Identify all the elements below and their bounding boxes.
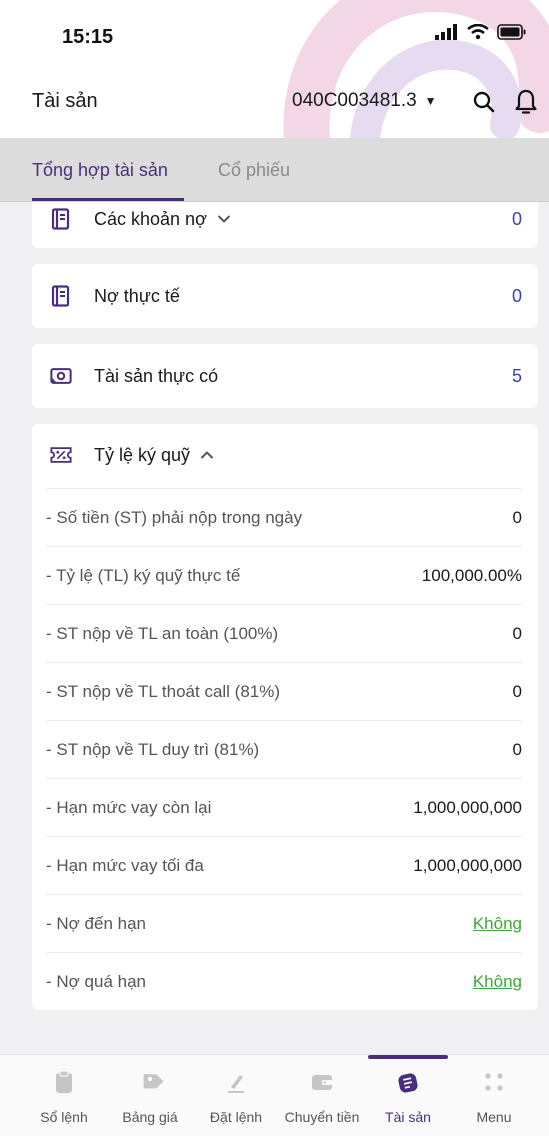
nav-label: Chuyển tiền: [284, 1109, 360, 1125]
detail-label: - Hạn mức vay tối đa: [46, 855, 204, 875]
card-margin-ratio: Tỷ lệ ký quỹ - Số tiền (ST) phải nộp tro…: [32, 424, 538, 1010]
bell-icon: [515, 89, 537, 114]
signal-icon: [435, 24, 457, 40]
wallet-transfer-icon: [312, 1075, 332, 1090]
tab-asset-summary[interactable]: Tổng hợp tài sản: [32, 160, 168, 181]
margin-detail-row: - Số tiền (ST) phải nộp trong ngày 0: [46, 488, 522, 546]
margin-detail-row: - Nợ quá hạn Không: [46, 952, 522, 1010]
card-debts[interactable]: Các khoản nợ 0: [32, 202, 538, 248]
actual-debt-label: Nợ thực tế: [94, 285, 180, 306]
caret-down-icon: ▼: [424, 94, 437, 108]
net-assets-label: Tài sản thực có: [94, 365, 219, 386]
nav-label: Menu: [476, 1109, 512, 1125]
page-title: Tài sản: [32, 90, 98, 112]
nav-price-board[interactable]: Bảng giá: [106, 1055, 194, 1136]
search-button[interactable]: [466, 84, 502, 120]
nav-transfer-money[interactable]: Chuyển tiền: [278, 1055, 366, 1136]
nav-label: Đặt lệnh: [209, 1109, 263, 1125]
nav-menu[interactable]: Menu: [450, 1055, 538, 1136]
notifications-button[interactable]: [508, 84, 544, 120]
cash-icon: [50, 365, 72, 387]
nav-place-order[interactable]: Đặt lệnh: [192, 1055, 280, 1136]
detail-label: - Nợ quá hạn: [46, 971, 146, 991]
chevron-down-icon[interactable]: [217, 211, 231, 227]
search-icon: [473, 91, 495, 113]
margin-detail-row: - ST nộp về TL an toàn (100%) 0: [46, 604, 522, 662]
ledger-icon: [50, 285, 72, 307]
ledger-icon: [50, 208, 72, 230]
bottom-nav: Sổ lệnh Bảng giá Đặt lệnh Chuyển tiền Tà…: [0, 1054, 549, 1136]
net-assets-row: Tài sản thực có 5: [50, 361, 522, 391]
detail-value: 0: [512, 681, 522, 701]
price-tag-icon: [143, 1074, 163, 1089]
debts-label: Các khoản nợ: [94, 208, 207, 229]
net-assets-value: 5: [511, 365, 522, 386]
nav-assets[interactable]: Tài sản: [364, 1055, 452, 1136]
margin-detail-row: - Hạn mức vay còn lại 1,000,000,000: [46, 778, 522, 836]
margin-detail-row: - Hạn mức vay tối đa 1,000,000,000: [46, 836, 522, 894]
detail-value: 100,000.00%: [421, 565, 522, 585]
order-pen-icon: [228, 1075, 244, 1093]
detail-label: - ST nộp về TL an toàn (100%): [46, 623, 279, 643]
margin-detail-row: - ST nộp về TL thoát call (81%) 0: [46, 662, 522, 720]
status-bar: 15:15: [0, 0, 549, 70]
margin-detail-row: - Tỷ lệ (TL) ký quỹ thực tế 100,000.00%: [46, 546, 522, 604]
detail-label: - Tỷ lệ (TL) ký quỹ thực tế: [46, 565, 241, 585]
detail-label: - ST nộp về TL duy trì (81%): [46, 739, 260, 759]
card-actual-debt: Nợ thực tế 0: [32, 264, 538, 328]
title-row: Tài sản 040C003481.3 ▼: [0, 80, 549, 124]
detail-value: 1,000,000,000: [413, 855, 522, 875]
app-header: 15:15 Tài sản 040C003481.3 ▼: [0, 0, 549, 138]
margin-detail-row: - Nợ đến hạn Không: [46, 894, 522, 952]
percent-ticket-icon: [50, 444, 72, 466]
nav-label: Sổ lệnh: [40, 1109, 88, 1125]
status-icons: [435, 24, 527, 40]
detail-label: - ST nộp về TL thoát call (81%): [46, 681, 281, 701]
card-net-assets: Tài sản thực có 5: [32, 344, 538, 408]
menu-dots-icon: [485, 1073, 503, 1091]
detail-value: 0: [512, 739, 522, 759]
detail-value: 1,000,000,000: [413, 797, 522, 817]
detail-value: 0: [512, 507, 522, 527]
detail-label: - Nợ đến hạn: [46, 913, 146, 933]
nav-label: Tài sản: [385, 1109, 431, 1125]
actual-debt-value: 0: [511, 285, 522, 306]
due-debt-link[interactable]: Không: [473, 914, 522, 934]
chevron-up-icon[interactable]: [200, 447, 214, 463]
debts-value: 0: [511, 208, 522, 229]
debts-row[interactable]: Các khoản nợ 0: [50, 204, 522, 234]
margin-detail-row: - ST nộp về TL duy trì (81%) 0: [46, 720, 522, 778]
active-tab-indicator: [32, 198, 184, 201]
detail-label: - Số tiền (ST) phải nộp trong ngày: [46, 507, 303, 527]
clipboard-icon: [56, 1070, 72, 1093]
tab-stocks[interactable]: Cổ phiếu: [218, 160, 290, 181]
account-number: 040C003481.3: [292, 90, 417, 111]
account-selector[interactable]: 040C003481.3 ▼: [292, 90, 437, 112]
margin-header-row[interactable]: Tỷ lệ ký quỹ: [50, 440, 522, 470]
assets-icon: [398, 1073, 418, 1093]
overdue-debt-link[interactable]: Không: [473, 972, 522, 992]
asset-content[interactable]: Các khoản nợ 0 Nợ thực tế 0 Tài sản thực…: [0, 202, 549, 1054]
status-time: 15:15: [62, 26, 114, 48]
wifi-icon: [467, 24, 489, 40]
nav-label: Bảng giá: [122, 1109, 178, 1125]
actual-debt-row: Nợ thực tế 0: [50, 281, 522, 311]
detail-value: 0: [512, 623, 522, 643]
margin-label: Tỷ lệ ký quỹ: [94, 444, 191, 465]
battery-icon: [497, 24, 526, 40]
detail-label: - Hạn mức vay còn lại: [46, 797, 212, 817]
nav-order-book[interactable]: Sổ lệnh: [20, 1055, 108, 1136]
asset-tabs: Tổng hợp tài sản Cổ phiếu: [0, 138, 549, 202]
